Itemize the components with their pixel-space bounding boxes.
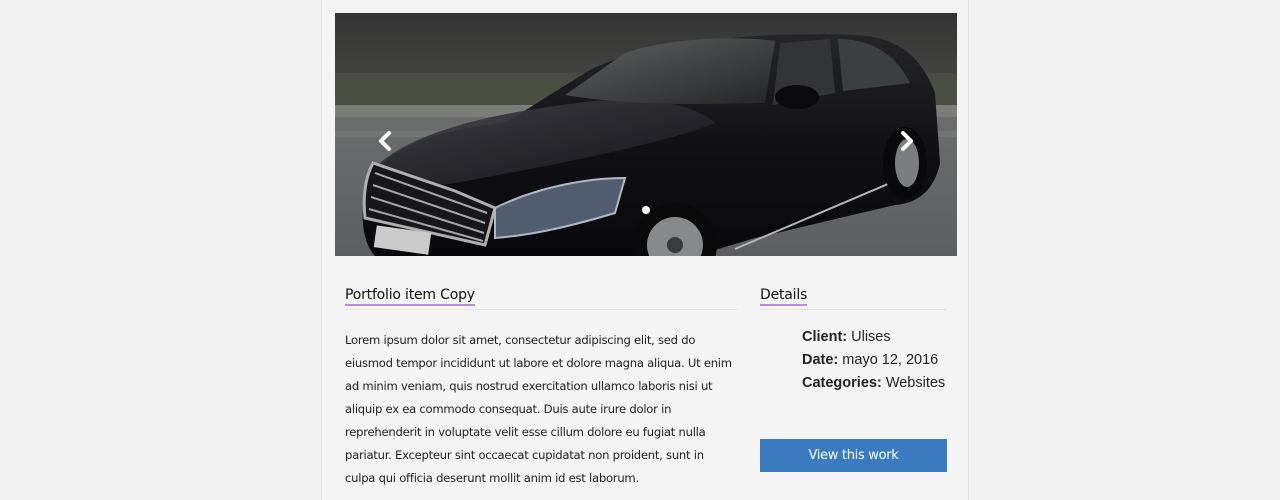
details-title-text: Details xyxy=(760,287,807,306)
slider-prev-button[interactable] xyxy=(371,121,399,161)
date-value: mayo 12, 2016 xyxy=(842,352,939,368)
chevron-left-icon xyxy=(379,131,391,151)
client-value: Ulises xyxy=(851,329,891,345)
chevron-right-icon xyxy=(901,131,913,151)
slider-dots xyxy=(335,206,957,214)
view-work-button[interactable]: View this work xyxy=(760,439,947,472)
portfolio-title-text: Portfolio item Copy xyxy=(345,287,475,306)
details-list: Client: Ulises Date: mayo 12, 2016 Categ… xyxy=(802,326,945,395)
details-title: Details xyxy=(760,287,807,306)
portfolio-description: Lorem ipsum dolor sit amet, consectetur … xyxy=(345,333,732,485)
detail-date: Date: mayo 12, 2016 xyxy=(802,349,945,372)
slider-next-button[interactable] xyxy=(893,121,921,161)
date-label: Date: xyxy=(802,352,839,368)
portfolio-title: Portfolio item Copy xyxy=(345,287,475,306)
detail-client: Client: Ulises xyxy=(802,326,945,349)
categories-value[interactable]: Websites xyxy=(886,375,945,391)
client-label: Client: xyxy=(802,329,848,345)
slide-car-image xyxy=(335,13,957,256)
detail-categories: Categories: Websites xyxy=(802,372,945,395)
details-title-divider xyxy=(760,309,946,310)
categories-label: Categories: xyxy=(802,375,882,391)
slider-dot-1[interactable] xyxy=(642,206,650,214)
portfolio-card: Portfolio item Copy Lorem ipsum dolor si… xyxy=(321,0,969,500)
portfolio-title-divider xyxy=(345,309,737,310)
image-slider[interactable] xyxy=(335,13,957,256)
